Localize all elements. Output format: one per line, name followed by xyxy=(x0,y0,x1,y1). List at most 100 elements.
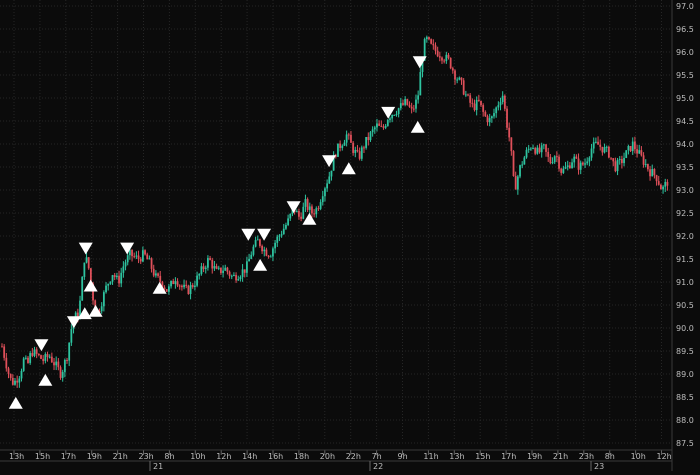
candle-body xyxy=(620,159,623,164)
candle-body xyxy=(391,114,394,119)
candle-body xyxy=(324,188,326,197)
candle-body xyxy=(584,163,586,165)
candle-body xyxy=(395,114,398,116)
candle-body xyxy=(304,199,307,207)
x-hour-tick-label: 17h xyxy=(501,452,516,461)
candle-body xyxy=(196,275,198,286)
candle-body xyxy=(68,342,71,361)
candle-body xyxy=(412,108,415,110)
candle-body xyxy=(363,147,365,149)
candle-body xyxy=(497,105,500,108)
candle-body xyxy=(163,287,166,290)
candle-body xyxy=(523,157,526,165)
candle-body xyxy=(536,147,539,154)
candle-body xyxy=(367,136,370,141)
candle-body xyxy=(436,50,439,57)
candle-body xyxy=(549,156,552,163)
x-hour-tick-label: 11h xyxy=(423,452,438,461)
candle-body xyxy=(235,274,237,281)
y-tick-label: 91.5 xyxy=(676,255,694,264)
candle-body xyxy=(306,199,309,210)
candle-body xyxy=(269,256,272,258)
candle-body xyxy=(265,249,268,256)
candle-body xyxy=(198,273,201,276)
x-hour-tick-label: 8h xyxy=(164,452,174,461)
candle-body xyxy=(209,258,211,260)
candle-body xyxy=(352,142,355,153)
candle-body xyxy=(534,147,537,154)
candle-body xyxy=(14,380,16,385)
candle-body xyxy=(133,256,136,258)
candle-body xyxy=(24,357,27,359)
candle-body xyxy=(167,286,170,292)
candle-body xyxy=(660,184,662,190)
candle-body xyxy=(289,213,292,219)
candle-body xyxy=(503,95,506,109)
candle-body xyxy=(551,162,554,164)
candle-body xyxy=(653,169,656,176)
candle-body xyxy=(9,373,12,378)
candle-body xyxy=(607,146,610,158)
candle-body xyxy=(200,266,203,274)
candle-body xyxy=(113,275,116,278)
candle-body xyxy=(649,169,651,177)
candle-body xyxy=(191,285,194,288)
candle-body xyxy=(373,127,376,130)
candle-body xyxy=(575,156,578,159)
x-hour-tick-label: 15h xyxy=(475,452,490,461)
chart-canvas: 97.0 96.5 96.0 95.5 95.0 94.5 94.0 93.5 93.0 92.5… xyxy=(0,0,700,471)
candle-body xyxy=(150,258,153,269)
candle-body xyxy=(597,141,599,145)
candle-body xyxy=(631,141,634,152)
y-tick-label: 89.5 xyxy=(676,347,694,356)
x-hour-tick-label: 21h xyxy=(113,452,128,461)
x-hour-tick-label: 9h xyxy=(398,452,408,461)
candle-body xyxy=(220,267,222,273)
x-hour-tick-label: 12h xyxy=(657,452,672,461)
candle-body xyxy=(59,367,62,378)
candle-body xyxy=(519,165,521,177)
candle-body xyxy=(384,125,387,128)
candle-body xyxy=(454,70,456,80)
candle-body xyxy=(18,378,21,383)
candle-body xyxy=(603,147,606,153)
x-day-tick-label: 21 xyxy=(153,462,163,471)
candle-body xyxy=(354,149,357,153)
y-tick-label: 92.5 xyxy=(676,209,694,218)
candle-body xyxy=(213,266,216,269)
y-tick-label: 94.5 xyxy=(676,117,694,126)
y-tick-label: 87.5 xyxy=(676,439,694,448)
candle-body xyxy=(55,361,58,366)
candle-body xyxy=(402,103,404,105)
candle-body xyxy=(482,105,485,112)
candle-body xyxy=(187,285,190,295)
candle-body xyxy=(415,99,417,109)
candle-body xyxy=(386,119,389,126)
candle-body xyxy=(477,99,480,101)
candle-body xyxy=(588,157,591,162)
candlestick-chart: 97.0 96.5 96.0 95.5 95.0 94.5 94.0 93.5 93.0 92.5… xyxy=(0,0,700,471)
candle-body xyxy=(287,218,290,225)
candle-body xyxy=(170,280,172,287)
candle-body xyxy=(555,156,558,158)
candle-body xyxy=(87,257,90,269)
candle-body xyxy=(105,285,107,293)
candle-body xyxy=(16,380,19,383)
candle-body xyxy=(443,60,446,62)
candle-body xyxy=(529,148,532,150)
candle-body xyxy=(644,164,647,166)
candle-body xyxy=(562,168,565,173)
candle-body xyxy=(467,94,469,96)
candle-body xyxy=(48,356,51,358)
candle-body xyxy=(330,170,333,177)
y-tick-label: 96.5 xyxy=(676,25,694,34)
candle-body xyxy=(434,45,437,51)
candle-body xyxy=(276,236,279,243)
candle-body xyxy=(66,359,68,361)
candle-body xyxy=(35,349,38,354)
candle-body xyxy=(256,239,259,241)
candle-body xyxy=(642,155,645,165)
candle-body xyxy=(224,267,227,271)
candle-body xyxy=(640,150,643,156)
candle-body xyxy=(376,123,378,128)
